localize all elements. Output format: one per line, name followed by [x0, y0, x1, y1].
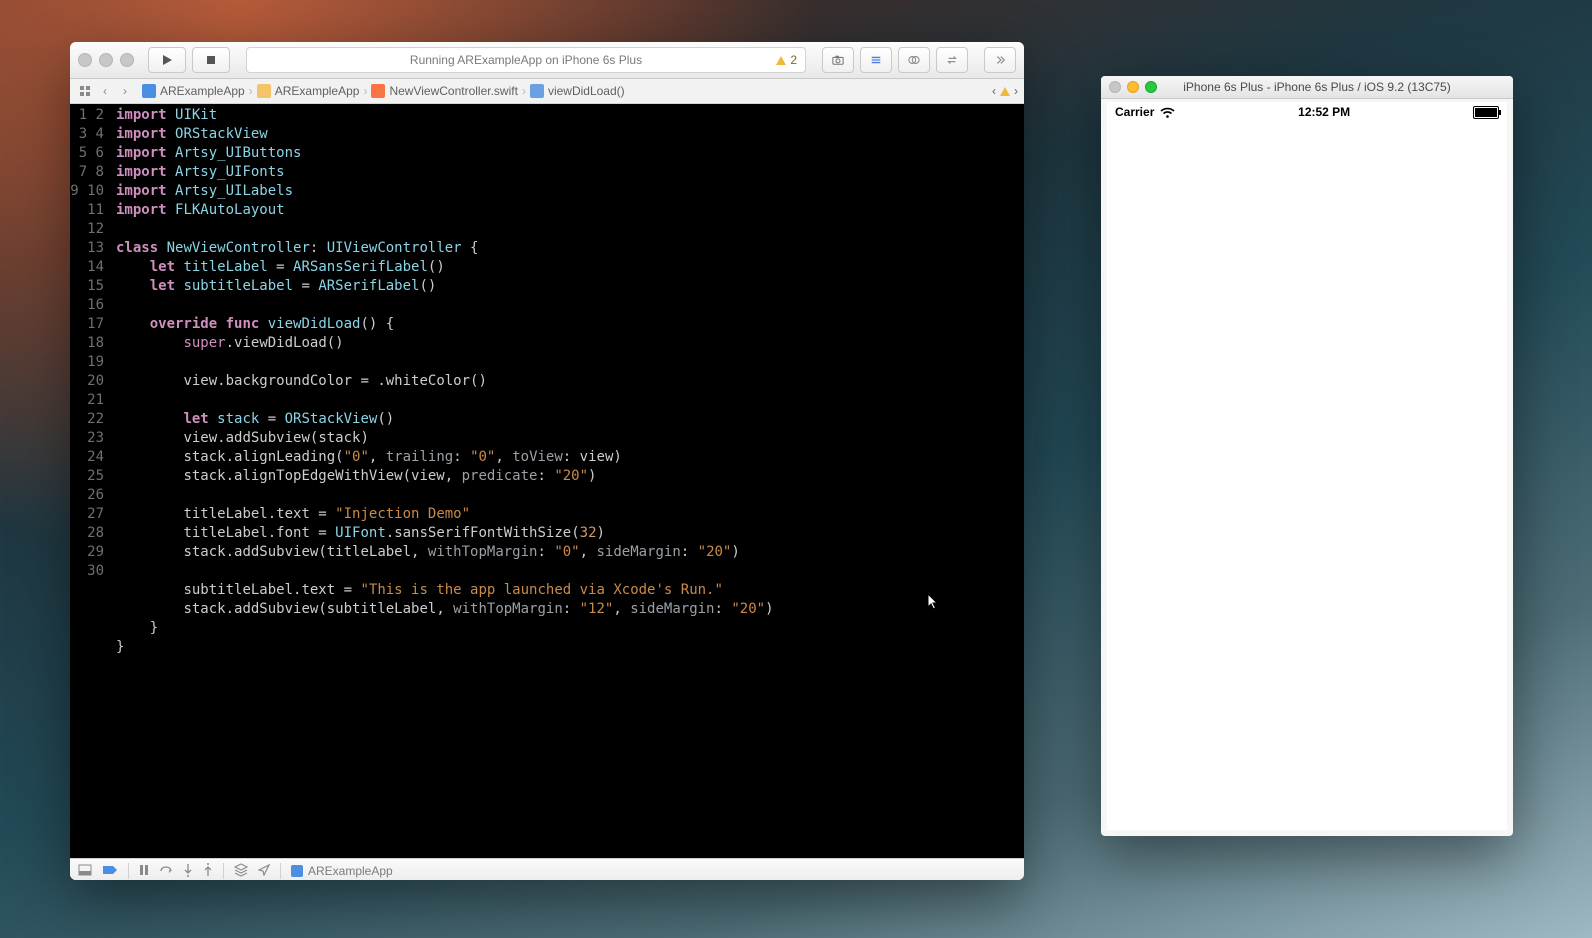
warning-icon: [776, 56, 786, 65]
simulator-titlebar[interactable]: iPhone 6s Plus - iPhone 6s Plus / iOS 9.…: [1101, 76, 1513, 99]
sim-carrier: Carrier: [1115, 105, 1154, 119]
nav-forward-button[interactable]: ›: [116, 82, 134, 100]
xcode-window: Running ARExampleApp on iPhone 6s Plus 2: [70, 42, 1024, 880]
debug-view-hierarchy-button[interactable]: [234, 863, 248, 880]
layers-icon: [234, 863, 248, 877]
wifi-icon: [1160, 107, 1175, 118]
debug-process-label: ARExampleApp: [308, 864, 393, 878]
debug-process-selector[interactable]: ARExampleApp: [291, 864, 393, 878]
toggle-right-panel-button[interactable]: [984, 47, 1016, 73]
screenshot-button[interactable]: [822, 47, 854, 73]
step-out-button[interactable]: [203, 863, 213, 880]
camera-icon: [832, 54, 844, 66]
status-bar[interactable]: Running ARExampleApp on iPhone 6s Plus 2: [246, 47, 806, 73]
breakpoint-icon: [102, 864, 118, 876]
app-icon: [291, 865, 303, 877]
swap-icon: [946, 54, 958, 66]
editor-assistant-button[interactable]: [898, 47, 930, 73]
grid-icon: [79, 85, 91, 97]
pause-button[interactable]: [139, 864, 149, 879]
location-icon: [258, 864, 270, 876]
simulate-location-button[interactable]: [258, 864, 270, 879]
step-out-icon: [203, 863, 213, 877]
code-editor[interactable]: 1 2 3 4 5 6 7 8 9 10 11 12 13 14 15 16 1…: [70, 104, 1024, 858]
jumpbar-project[interactable]: ARExampleApp: [142, 84, 245, 98]
stop-icon: [205, 54, 217, 66]
window-controls: [78, 53, 134, 67]
toggle-debug-area-button[interactable]: [78, 864, 92, 879]
minimize-window-button[interactable]: [99, 53, 113, 67]
jumpbar-file[interactable]: NewViewController.swift: [371, 84, 518, 98]
close-window-button[interactable]: [78, 53, 92, 67]
editor-version-button[interactable]: [936, 47, 968, 73]
xcode-toolbar: Running ARExampleApp on iPhone 6s Plus 2: [70, 42, 1024, 79]
jumpbar-folder[interactable]: ARExampleApp: [257, 84, 360, 98]
status-text: Running ARExampleApp on iPhone 6s Plus: [410, 53, 642, 67]
pause-icon: [139, 864, 149, 876]
related-items-button[interactable]: [76, 82, 94, 100]
step-over-button[interactable]: [159, 864, 173, 879]
jumpbar-symbol[interactable]: viewDidLoad(): [530, 84, 625, 98]
counterpart-back[interactable]: ‹: [992, 84, 996, 98]
step-into-icon: [183, 863, 193, 877]
nav-back-button[interactable]: ‹: [96, 82, 114, 100]
project-icon: [142, 84, 156, 98]
editor-standard-button[interactable]: [860, 47, 892, 73]
play-icon: [161, 54, 173, 66]
simulator-screen[interactable]: Carrier 12:52 PM: [1107, 102, 1507, 830]
simulator-title: iPhone 6s Plus - iPhone 6s Plus / iOS 9.…: [1129, 80, 1505, 94]
venn-icon: [908, 54, 920, 66]
desktop: Running ARExampleApp on iPhone 6s Plus 2: [0, 0, 1592, 938]
sim-clock: 12:52 PM: [1298, 105, 1350, 119]
battery-icon: [1473, 106, 1499, 119]
simulator-window: iPhone 6s Plus - iPhone 6s Plus / iOS 9.…: [1101, 76, 1513, 836]
counterpart-forward[interactable]: ›: [1014, 84, 1018, 98]
jump-bar[interactable]: ‹ › ARExampleApp › ARExampleApp › NewVie…: [70, 79, 1024, 104]
run-button[interactable]: [148, 47, 186, 73]
sim-status-bar: Carrier 12:52 PM: [1107, 102, 1507, 122]
lines-icon: [870, 54, 882, 66]
step-into-button[interactable]: [183, 863, 193, 880]
method-icon: [530, 84, 544, 98]
sim-close-button[interactable]: [1109, 81, 1121, 93]
step-over-icon: [159, 864, 173, 876]
jumpbar-warning-icon[interactable]: [1000, 87, 1010, 96]
code-area[interactable]: import UIKitimport ORStackViewimport Art…: [110, 104, 1024, 858]
line-gutter: 1 2 3 4 5 6 7 8 9 10 11 12 13 14 15 16 1…: [70, 104, 110, 858]
panel-icon: [78, 864, 92, 876]
debug-bar: ARExampleApp: [70, 858, 1024, 880]
folder-icon: [257, 84, 271, 98]
status-warning-badge[interactable]: 2: [776, 53, 797, 67]
swift-file-icon: [371, 84, 385, 98]
breakpoint-toggle-button[interactable]: [102, 864, 118, 879]
warning-count: 2: [790, 53, 797, 67]
zoom-window-button[interactable]: [120, 53, 134, 67]
chevrons-right-icon: [994, 54, 1006, 66]
stop-button[interactable]: [192, 47, 230, 73]
